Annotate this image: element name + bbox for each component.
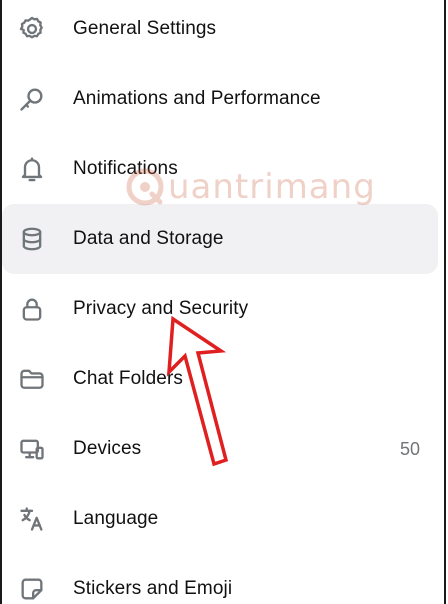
menu-item-language[interactable]: Language bbox=[2, 484, 444, 554]
devices-icon bbox=[18, 435, 46, 463]
menu-item-chat-folders[interactable]: Chat Folders bbox=[2, 344, 444, 414]
lock-icon bbox=[18, 295, 46, 323]
database-icon bbox=[18, 225, 46, 253]
menu-item-data-storage[interactable]: Data and Storage bbox=[2, 204, 438, 274]
menu-item-devices[interactable]: Devices 50 bbox=[2, 414, 444, 484]
settings-panel: General Settings Animations and Performa… bbox=[0, 0, 446, 604]
menu-item-general-settings[interactable]: General Settings bbox=[2, 0, 444, 64]
menu-item-label: Chat Folders bbox=[73, 368, 183, 389]
menu-item-label: Notifications bbox=[73, 158, 178, 179]
gear-icon bbox=[18, 15, 46, 43]
menu-item-label: Animations and Performance bbox=[73, 88, 321, 109]
menu-item-privacy-security[interactable]: Privacy and Security bbox=[2, 274, 444, 344]
menu-item-label: Stickers and Emoji bbox=[73, 578, 233, 599]
folder-icon bbox=[18, 365, 46, 393]
settings-menu: General Settings Animations and Performa… bbox=[2, 0, 444, 604]
menu-item-label: Devices bbox=[73, 438, 142, 459]
menu-item-label: Language bbox=[73, 508, 159, 529]
menu-item-label: Privacy and Security bbox=[73, 298, 249, 319]
sticker-icon bbox=[18, 575, 46, 603]
bell-icon bbox=[18, 155, 46, 183]
translate-icon bbox=[18, 505, 46, 533]
menu-item-notifications[interactable]: Notifications bbox=[2, 134, 444, 204]
menu-item-label: General Settings bbox=[73, 18, 217, 39]
menu-item-label: Data and Storage bbox=[73, 228, 224, 249]
devices-count-badge: 50 bbox=[399, 438, 420, 459]
menu-item-animations-performance[interactable]: Animations and Performance bbox=[2, 64, 444, 134]
menu-item-stickers-emoji[interactable]: Stickers and Emoji bbox=[2, 554, 444, 604]
magic-wand-icon bbox=[18, 85, 46, 113]
